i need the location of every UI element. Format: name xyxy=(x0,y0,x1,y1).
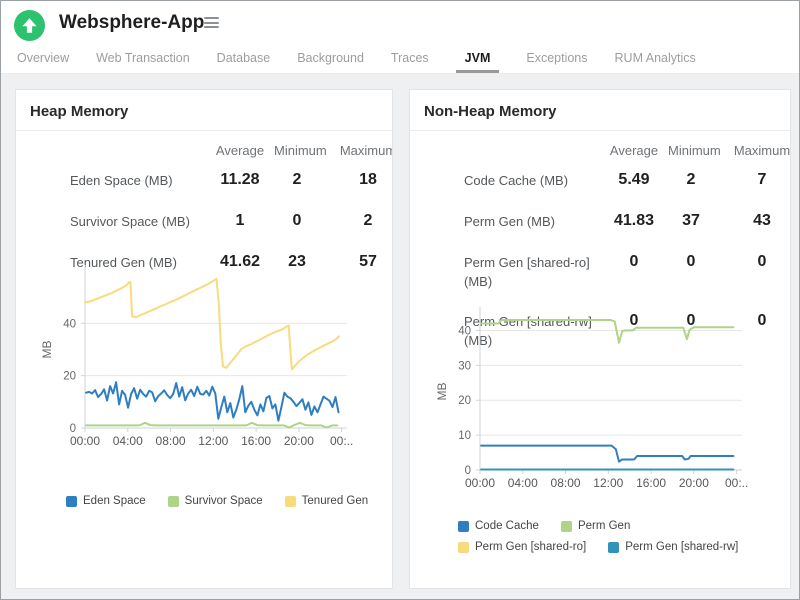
svg-text:20: 20 xyxy=(458,395,471,407)
row-label: Perm Gen (MB) xyxy=(464,213,556,229)
column-average: Average xyxy=(609,143,659,158)
maximum-value: 18 xyxy=(359,171,377,188)
svg-text:30: 30 xyxy=(458,360,471,372)
minimum-value: 2 xyxy=(292,171,302,188)
non-heap-memory-legend: Code Cache Perm Gen Perm Gen [shared-ro] xyxy=(458,520,738,553)
svg-text:10: 10 xyxy=(458,430,471,442)
legend-item-perm-gen[interactable]: Perm Gen xyxy=(560,520,630,532)
maximum-value: 43 xyxy=(753,211,771,229)
tab-bar: Overview Web Transaction Database Backgr… xyxy=(1,46,799,74)
table-row-perm-gen-shared-ro: Perm Gen [shared-ro] (MB) 0 0 0 xyxy=(410,243,790,303)
svg-text:MB: MB xyxy=(40,341,54,359)
row-label: Perm Gen [shared-ro] (MB) xyxy=(464,254,590,289)
legend-item-perm-gen-shared-rw[interactable]: Perm Gen [shared-rw] xyxy=(608,541,738,553)
table-header-row: Average Minimum Maximum xyxy=(410,139,790,161)
legend-item-perm-gen-shared-ro[interactable]: Perm Gen [shared-ro] xyxy=(458,541,586,553)
table-header-row: Average Minimum Maximum xyxy=(16,139,392,161)
svg-text:20:00: 20:00 xyxy=(284,434,314,448)
perm-gen-shared-ro-swatch-icon xyxy=(458,541,469,553)
maximum-value: 7 xyxy=(757,171,767,188)
svg-text:08:00: 08:00 xyxy=(551,476,581,490)
legend-item-eden-space[interactable]: Eden Space xyxy=(66,495,146,507)
average-value: 1 xyxy=(235,211,245,229)
svg-text:16:00: 16:00 xyxy=(636,476,666,490)
svg-text:12:00: 12:00 xyxy=(593,476,623,490)
tab-overview[interactable]: Overview xyxy=(17,46,69,73)
svg-text:04:00: 04:00 xyxy=(113,434,143,448)
code-cache-swatch-icon xyxy=(458,520,469,532)
svg-text:00:..: 00:.. xyxy=(330,434,353,448)
legend-item-code-cache[interactable]: Code Cache xyxy=(458,520,539,532)
content-area: Heap Memory Average Minimum Maximum Eden… xyxy=(1,74,799,599)
row-label: Eden Space (MB) xyxy=(70,173,173,188)
tab-jvm[interactable]: JVM xyxy=(455,46,500,73)
average-value: 5.49 xyxy=(618,171,650,188)
column-maximum: Maximum xyxy=(339,143,393,158)
svg-text:08:00: 08:00 xyxy=(156,434,186,448)
column-maximum: Maximum xyxy=(733,143,791,158)
app-status-up-arrow-icon[interactable] xyxy=(14,10,45,41)
column-minimum: Minimum xyxy=(668,143,721,158)
divider xyxy=(410,130,790,131)
perm-gen-shared-rw-swatch-icon xyxy=(608,541,620,553)
minimum-value: 2 xyxy=(686,171,696,188)
row-label: Code Cache (MB) xyxy=(464,173,569,188)
legend-item-tenured-gen[interactable]: Tenured Gen xyxy=(284,495,368,507)
non-heap-memory-title: Non-Heap Memory xyxy=(424,103,557,120)
perm-gen-swatch-icon xyxy=(560,520,572,532)
non-heap-memory-chart[interactable]: 01020304000:00 04:00 08:00 12:00 16:00 20:00 0… xyxy=(410,305,791,495)
svg-text:20: 20 xyxy=(63,371,76,383)
svg-text:04:00: 04:00 xyxy=(508,476,538,490)
tenured-gen-swatch-icon xyxy=(284,495,296,507)
eden-space-swatch-icon xyxy=(66,495,77,507)
tab-exceptions[interactable]: Exceptions xyxy=(526,46,587,73)
divider xyxy=(16,130,392,131)
apm-dashboard: Websphere-App Overview Web Transaction D… xyxy=(0,0,800,600)
minimum-value: 37 xyxy=(682,211,700,229)
column-average: Average xyxy=(215,143,265,158)
table-row-code-cache: Code Cache (MB) 5.49 2 7 xyxy=(410,161,790,202)
table-row-perm-gen: Perm Gen (MB) 41.83 37 43 xyxy=(410,202,790,243)
svg-text:16:00: 16:00 xyxy=(241,434,271,448)
table-row-eden-space: Eden Space (MB) 11.28 2 18 xyxy=(16,161,392,202)
minimum-value: 0 xyxy=(292,211,302,229)
table-row-survivor-space: Survivor Space (MB) 1 0 2 xyxy=(16,202,392,243)
survivor-space-swatch-icon xyxy=(167,495,179,507)
svg-text:12:00: 12:00 xyxy=(198,434,228,448)
column-minimum: Minimum xyxy=(274,143,327,158)
tab-background[interactable]: Background xyxy=(297,46,364,73)
tab-database[interactable]: Database xyxy=(217,46,271,73)
page-title: Websphere-App xyxy=(59,12,205,33)
svg-text:MB: MB xyxy=(435,383,449,401)
svg-text:40: 40 xyxy=(458,325,471,337)
svg-text:00:00: 00:00 xyxy=(70,434,100,448)
non-heap-memory-panel: Non-Heap Memory Average Minimum Maximum … xyxy=(409,89,791,589)
heap-memory-panel: Heap Memory Average Minimum Maximum Eden… xyxy=(15,89,393,589)
svg-text:00:00: 00:00 xyxy=(465,476,495,490)
row-label: Survivor Space (MB) xyxy=(70,213,190,229)
minimum-value: 0 xyxy=(686,252,696,270)
svg-text:00:..: 00:.. xyxy=(725,476,748,490)
svg-text:20:00: 20:00 xyxy=(679,476,709,490)
average-value: 41.83 xyxy=(613,211,655,229)
average-value: 0 xyxy=(629,252,639,270)
average-value: 11.28 xyxy=(220,171,260,188)
app-header: Websphere-App xyxy=(1,1,799,46)
maximum-value: 0 xyxy=(757,252,767,270)
tab-rum-analytics[interactable]: RUM Analytics xyxy=(615,46,696,73)
svg-text:40: 40 xyxy=(63,318,76,330)
maximum-value: 2 xyxy=(363,211,373,229)
tab-web-transaction[interactable]: Web Transaction xyxy=(96,46,190,73)
heap-memory-legend: Eden Space Survivor Space Tenured Gen xyxy=(66,495,368,507)
hamburger-menu-icon[interactable] xyxy=(204,17,219,31)
legend-item-survivor-space[interactable]: Survivor Space xyxy=(167,495,263,507)
heap-memory-chart[interactable]: 0204000:00 04:00 08:00 12:00 16:00 20:00 00:..… xyxy=(16,256,393,461)
heap-memory-title: Heap Memory xyxy=(30,103,129,120)
tab-traces[interactable]: Traces xyxy=(391,46,429,73)
